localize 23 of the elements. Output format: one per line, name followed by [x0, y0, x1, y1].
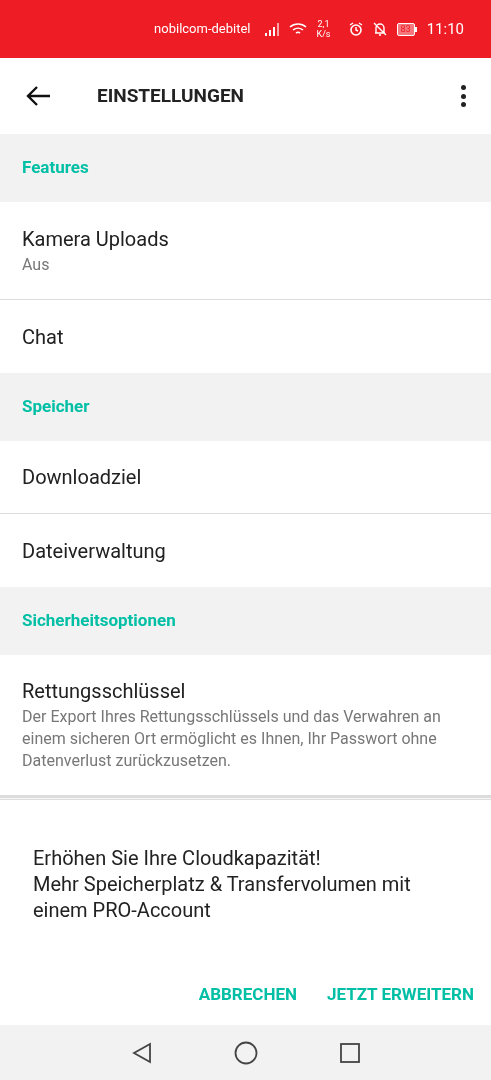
speed-unit: K/s: [316, 29, 331, 39]
signal-icon: [264, 22, 279, 36]
section-header: Sicherheitsoptionen: [0, 587, 491, 655]
settings-item[interactable]: Dateiverwaltung: [0, 514, 491, 587]
muted-bell-icon: [372, 22, 387, 36]
alarm-icon: [348, 22, 363, 36]
back-nav-icon[interactable]: [131, 1041, 152, 1064]
dialog-text: Erhöhen Sie Ihre Cloudkapazität!: [33, 845, 322, 871]
speed-value: 2,1: [317, 19, 330, 29]
carrier-name: nobilcom-debitel: [154, 20, 251, 39]
wifi-icon: [288, 22, 307, 36]
page-title: EINSTELLUNGEN: [97, 82, 246, 109]
settings-item[interactable]: Kamera Uploads Aus: [0, 202, 491, 300]
battery-indicator: 83: [396, 22, 417, 36]
home-nav-icon[interactable]: [233, 1040, 258, 1065]
recents-nav-icon[interactable]: [339, 1042, 360, 1063]
more-options-icon[interactable]: [459, 84, 467, 108]
dialog-text: Mehr Speicherplatz & Transfervolumen mit einem PRO-Account: [33, 871, 412, 923]
settings-item[interactable]: Chat: [0, 300, 491, 373]
clock: 11:10: [426, 18, 464, 40]
section-header: Speicher: [0, 373, 491, 441]
section-header: Features: [0, 134, 491, 202]
settings-item[interactable]: Downloadziel: [0, 441, 491, 514]
